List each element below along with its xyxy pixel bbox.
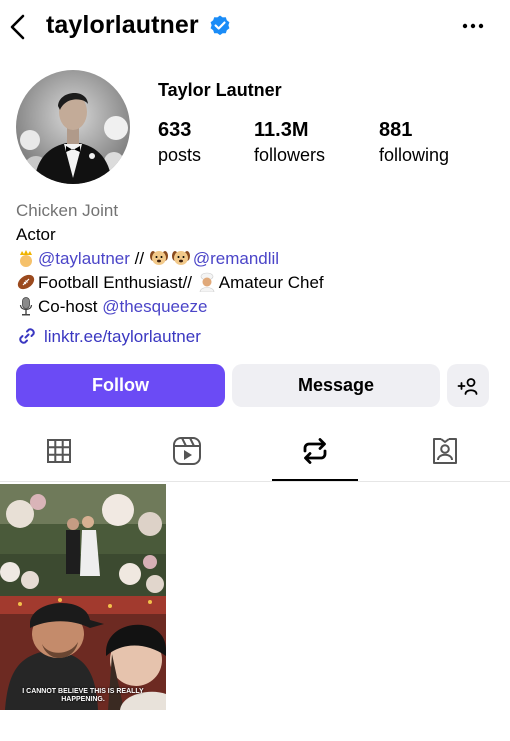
reels-icon [173,437,201,465]
bio-text: Football Enthusiast// [38,273,193,292]
repost-icon [303,438,327,464]
post-image [0,484,166,710]
bio-line: Co-host @thesqueeze [16,296,207,318]
post-thumbnail[interactable]: I CANNOT BELIEVE THIS IS REALLY HAPPENIN… [0,484,166,710]
verified-badge-icon [210,15,230,36]
profile-tabs [0,420,510,482]
bio-line: @taylautner // @remandlil [16,248,279,270]
add-person-icon [457,377,478,395]
football-emoji-icon [17,274,35,290]
chef-emoji-icon [199,272,215,292]
avatar[interactable] [16,70,130,184]
more-options-icon[interactable] [459,16,487,36]
message-button[interactable]: Message [232,364,440,407]
avatar-photo [16,70,130,184]
back-arrow-icon[interactable] [6,12,30,42]
link-icon [19,328,35,344]
tab-reels[interactable] [144,420,230,482]
tab-posts[interactable] [16,420,102,482]
stat-value: 633 [158,119,192,141]
grid-icon [47,439,71,463]
bio-separator: // [129,249,149,268]
tab-tagged[interactable] [402,420,488,482]
stat-value: 11.3M [254,119,309,141]
post-caption: I CANNOT BELIEVE THIS IS REALLY HAPPENIN… [22,688,144,703]
external-link-text: linktr.ee/taylorlautner [44,327,201,346]
bio-text: Amateur Chef [218,273,324,292]
profile-category: Chicken Joint [16,201,119,220]
stat-label: posts [158,145,202,165]
stat-label: followers [254,145,326,165]
mention-link[interactable]: @thesqueeze [102,297,207,316]
crown-emoji-icon [20,250,32,267]
stat-label: following [379,145,450,165]
bio-text: Co-host [38,297,103,316]
external-link[interactable]: linktr.ee/taylorlautner [16,325,201,347]
dog-emoji-icon [171,251,190,265]
followers-count[interactable]: 11.3M followers [254,117,325,167]
following-count[interactable]: 881 following [379,117,449,167]
tab-reposts[interactable] [272,420,358,482]
mention-link[interactable]: @remandlil [193,249,279,268]
tagged-icon [433,438,457,464]
microphone-emoji-icon [19,297,33,316]
profile-username: taylorlautner [46,11,199,39]
suggested-accounts-button[interactable] [447,364,489,407]
posts-count[interactable]: 633 posts [158,117,201,167]
active-tab-indicator [272,479,358,481]
stat-value: 881 [379,119,413,141]
bio-line: Football Enthusiast// Amateur Chef [16,272,324,294]
mention-link[interactable]: @taylautner [38,249,130,268]
display-name: Taylor Lautner [158,80,282,100]
bio-line: Actor [16,225,56,244]
follow-button[interactable]: Follow [16,364,225,407]
dog-emoji-icon [149,251,168,265]
top-bar: taylorlautner [0,0,510,56]
